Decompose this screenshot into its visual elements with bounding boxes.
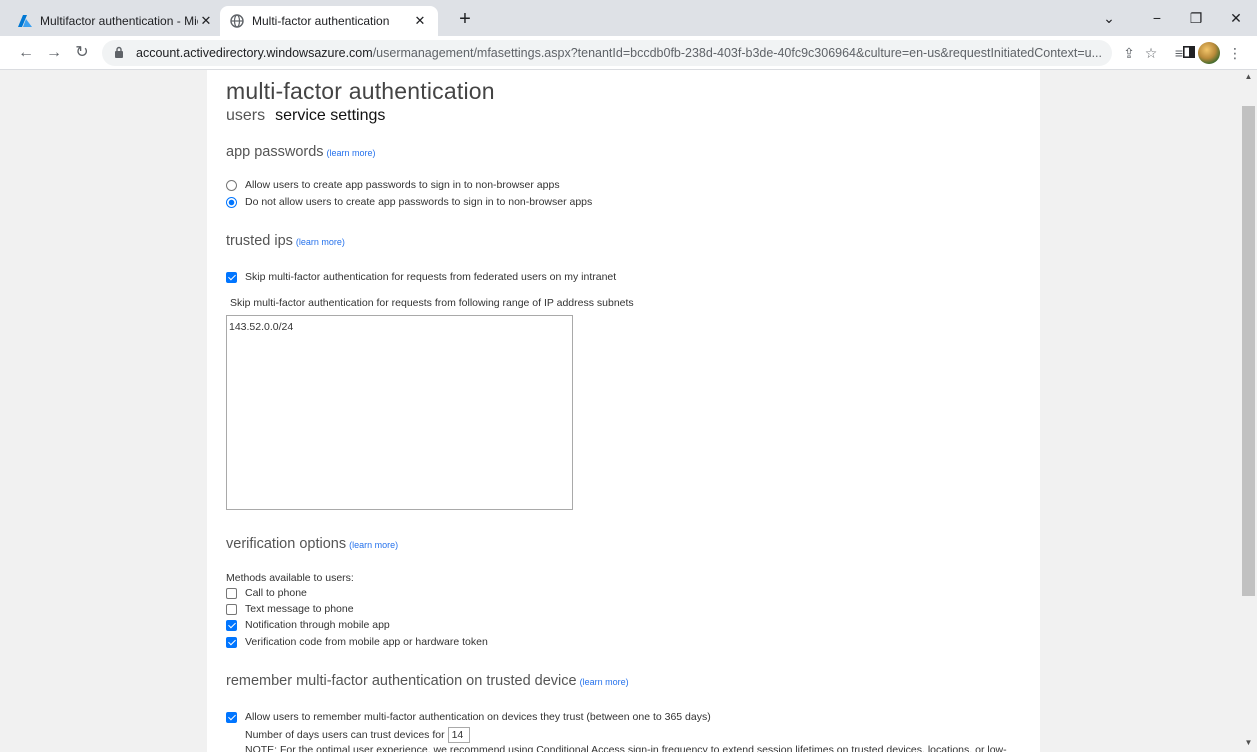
trust-days-input[interactable]: 14 xyxy=(447,727,470,743)
azure-logo-icon xyxy=(18,14,32,28)
checkbox-label: Allow users to remember multi-factor aut… xyxy=(245,711,711,723)
vertical-scrollbar[interactable]: ▲ ▼ xyxy=(1240,70,1257,752)
call-to-phone-checkbox[interactable] xyxy=(226,587,237,599)
remember-mfa-checkbox[interactable] xyxy=(226,711,237,723)
method-call-to-phone[interactable]: Call to phone xyxy=(226,587,307,599)
text-message-checkbox[interactable] xyxy=(226,603,237,615)
method-verification-code[interactable]: Verification code from mobile app or har… xyxy=(226,636,488,648)
verification-options-heading: verification options (learn more) xyxy=(226,536,398,552)
section-title: remember multi-factor authentication on … xyxy=(226,673,577,689)
scroll-up-arrow-icon[interactable]: ▲ xyxy=(1244,72,1253,82)
page-nav: users service settings xyxy=(226,107,385,125)
checkbox-label: Verification code from mobile app or har… xyxy=(245,636,488,648)
radio-label: Do not allow users to create app passwor… xyxy=(245,196,593,208)
subnets-label: Skip multi-factor authentication for req… xyxy=(230,297,634,309)
nav-service-settings-link[interactable]: service settings xyxy=(275,107,385,125)
profile-avatar[interactable] xyxy=(1198,42,1220,64)
app-passwords-heading: app passwords (learn more) xyxy=(226,144,376,160)
section-title: trusted ips xyxy=(226,233,293,249)
trusted-ips-heading: trusted ips (learn more) xyxy=(226,233,345,249)
side-panel-icon[interactable] xyxy=(1178,41,1200,65)
forward-arrow-icon[interactable]: → xyxy=(42,41,66,65)
tab-search-chevron-icon[interactable]: ⌄ xyxy=(1094,6,1124,30)
page-viewport: multi-factor authentication users servic… xyxy=(0,70,1240,752)
close-window-icon[interactable]: ✕ xyxy=(1221,6,1251,30)
mfa-settings-panel: multi-factor authentication users servic… xyxy=(207,70,1040,752)
url-path: /usermanagement/mfasettings.aspx?tenantI… xyxy=(372,46,1102,60)
learn-more-link[interactable]: (learn more) xyxy=(296,237,345,247)
skip-federated-option[interactable]: Skip multi-factor authentication for req… xyxy=(226,271,616,283)
close-tab-icon[interactable]: ✕ xyxy=(198,13,214,29)
app-passwords-deny-option[interactable]: Do not allow users to create app passwor… xyxy=(226,196,592,208)
scroll-down-arrow-icon[interactable]: ▼ xyxy=(1244,738,1253,748)
radio-label: Allow users to create app passwords to s… xyxy=(245,179,560,191)
new-tab-plus-icon[interactable]: + xyxy=(454,9,476,31)
mobile-notification-checkbox[interactable] xyxy=(226,619,237,631)
restore-icon[interactable]: ❐ xyxy=(1181,6,1211,30)
learn-more-link[interactable]: (learn more) xyxy=(349,540,398,550)
method-mobile-notification[interactable]: Notification through mobile app xyxy=(226,619,390,631)
bookmark-star-icon[interactable]: ☆ xyxy=(1140,41,1162,65)
conditional-access-note: NOTE: For the optimal user experience, w… xyxy=(245,744,1007,752)
remember-mfa-heading: remember multi-factor authentication on … xyxy=(226,673,629,689)
share-icon[interactable]: ⇪ xyxy=(1118,41,1140,65)
verification-code-checkbox[interactable] xyxy=(226,636,237,648)
url-text: account.activedirectory.windowsazure.com… xyxy=(136,46,1102,60)
scrollbar-thumb[interactable] xyxy=(1242,106,1255,596)
browser-toolbar: ← → ↻ account.activedirectory.windowsazu… xyxy=(0,36,1257,70)
back-arrow-icon[interactable]: ← xyxy=(14,41,38,65)
nav-users-link[interactable]: users xyxy=(226,107,265,125)
radio-allow-app-passwords[interactable] xyxy=(226,179,237,191)
radio-deny-app-passwords[interactable] xyxy=(226,196,237,208)
lock-icon xyxy=(114,46,128,61)
tab-azure-portal[interactable]: Multifactor authentication - Micr ✕ xyxy=(8,6,224,36)
page-title: multi-factor authentication xyxy=(226,78,495,104)
section-title: verification options xyxy=(226,536,347,552)
ip-subnets-textarea[interactable]: 143.52.0.0/24 xyxy=(226,315,573,510)
skip-federated-checkbox[interactable] xyxy=(226,271,237,283)
reload-icon[interactable]: ↻ xyxy=(70,41,94,65)
tab-mfa-settings[interactable]: Multi-factor authentication ✕ xyxy=(220,6,438,36)
trust-days-label: Number of days users can trust devices f… xyxy=(245,729,445,741)
method-text-message[interactable]: Text message to phone xyxy=(226,603,354,615)
url-host: account.activedirectory.windowsazure.com xyxy=(136,46,373,60)
section-title: app passwords xyxy=(226,144,324,160)
address-bar[interactable]: account.activedirectory.windowsazure.com… xyxy=(102,40,1112,66)
remember-mfa-option[interactable]: Allow users to remember multi-factor aut… xyxy=(226,711,711,723)
learn-more-link[interactable]: (learn more) xyxy=(580,677,629,687)
minimize-icon[interactable]: − xyxy=(1142,6,1172,30)
app-passwords-allow-option[interactable]: Allow users to create app passwords to s… xyxy=(226,179,560,191)
tab-title: Multi-factor authentication xyxy=(252,14,390,28)
globe-icon xyxy=(230,14,244,28)
checkbox-label: Skip multi-factor authentication for req… xyxy=(245,271,617,283)
tab-title: Multifactor authentication - Micr xyxy=(40,14,198,28)
methods-label: Methods available to users: xyxy=(226,572,354,584)
close-tab-icon[interactable]: ✕ xyxy=(412,13,428,29)
checkbox-label: Call to phone xyxy=(245,587,307,599)
tab-strip: Multifactor authentication - Micr ✕ Mult… xyxy=(0,0,1257,36)
learn-more-link[interactable]: (learn more) xyxy=(327,148,376,158)
checkbox-label: Notification through mobile app xyxy=(245,619,390,631)
checkbox-label: Text message to phone xyxy=(245,603,354,615)
menu-dots-icon[interactable]: ⋮ xyxy=(1224,41,1246,65)
trust-days-row: Number of days users can trust devices f… xyxy=(245,727,470,743)
